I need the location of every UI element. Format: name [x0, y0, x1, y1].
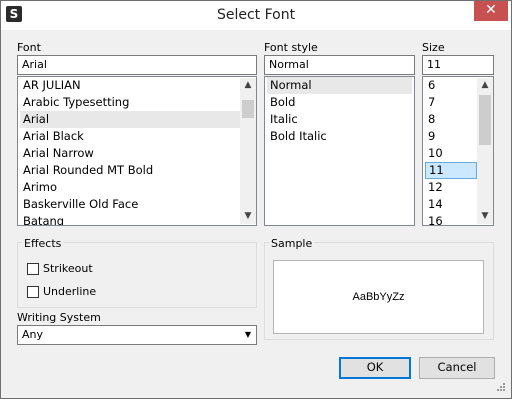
font-label: Font: [17, 41, 41, 54]
font-list-item[interactable]: Arial Narrow: [20, 145, 240, 162]
size-list-item[interactable]: 10: [425, 145, 477, 162]
strikeout-label[interactable]: Strikeout: [43, 262, 93, 275]
size-scrollbar[interactable]: ▲ ▼: [477, 78, 493, 224]
font-list-item-selected[interactable]: Arial: [20, 111, 240, 128]
size-list-item[interactable]: 6: [425, 77, 477, 94]
close-icon: ✕: [485, 2, 497, 18]
sample-label: Sample: [269, 237, 315, 250]
resize-grip-icon[interactable]: [494, 380, 506, 392]
writing-system-label: Writing System: [17, 311, 101, 324]
style-list-item[interactable]: Bold: [267, 94, 412, 111]
size-list[interactable]: 6 7 8 9 10 11 12 14 16 ▲ ▼: [422, 76, 494, 226]
font-list-item[interactable]: Arial Rounded MT Bold: [20, 162, 240, 179]
size-list-item[interactable]: 12: [425, 179, 477, 196]
font-list-item[interactable]: Batang: [20, 213, 240, 225]
ok-button[interactable]: OK: [339, 357, 411, 379]
strikeout-checkbox[interactable]: [27, 263, 39, 275]
underline-label[interactable]: Underline: [43, 285, 96, 298]
sample-text: AaBbYyZz: [352, 291, 405, 303]
font-style-list[interactable]: Normal Bold Italic Bold Italic: [264, 76, 415, 226]
size-list-item[interactable]: 16: [425, 213, 477, 225]
underline-checkbox[interactable]: [27, 286, 39, 298]
window-title: Select Font: [216, 7, 296, 23]
font-input[interactable]: Arial: [17, 55, 257, 75]
scroll-down-icon[interactable]: ▼: [477, 209, 493, 224]
chevron-down-icon: ▼: [244, 330, 251, 339]
effects-label: Effects: [22, 237, 64, 250]
font-list-item[interactable]: AR JULIAN: [20, 77, 240, 94]
effects-group: [17, 242, 257, 308]
scroll-down-icon[interactable]: ▼: [240, 209, 256, 224]
font-style-input[interactable]: Normal: [264, 55, 415, 75]
size-input[interactable]: 11: [422, 55, 494, 75]
style-list-item[interactable]: Bold Italic: [267, 128, 412, 145]
resize-grip-glyph: [497, 383, 505, 391]
font-list[interactable]: AR JULIAN Arabic Typesetting Arial Arial…: [17, 76, 257, 226]
size-list-item[interactable]: 9: [425, 128, 477, 145]
font-list-item[interactable]: Arimo: [20, 179, 240, 196]
scroll-up-icon[interactable]: ▲: [240, 78, 256, 93]
close-button[interactable]: ✕: [474, 0, 508, 21]
writing-system-value: Any: [22, 328, 44, 341]
font-list-item[interactable]: Baskerville Old Face: [20, 196, 240, 213]
font-scroll-thumb[interactable]: [242, 100, 254, 118]
font-list-item[interactable]: Arial Black: [20, 128, 240, 145]
scroll-up-icon[interactable]: ▲: [477, 78, 493, 93]
cancel-button[interactable]: Cancel: [419, 357, 495, 379]
size-scroll-thumb[interactable]: [479, 95, 491, 145]
sample-preview-box: AaBbYyZz: [273, 260, 484, 334]
size-list-item[interactable]: 7: [425, 94, 477, 111]
size-list-item[interactable]: 8: [425, 111, 477, 128]
font-style-label: Font style: [264, 41, 318, 54]
font-scrollbar[interactable]: ▲ ▼: [240, 78, 256, 224]
size-label: Size: [422, 41, 445, 54]
size-list-item[interactable]: 14: [425, 196, 477, 213]
style-list-item[interactable]: Italic: [267, 111, 412, 128]
style-list-item-selected[interactable]: Normal: [267, 77, 412, 94]
writing-system-select[interactable]: Any ▼: [17, 325, 257, 345]
size-list-item-selected[interactable]: 11: [425, 162, 477, 179]
font-list-item[interactable]: Arabic Typesetting: [20, 94, 240, 111]
